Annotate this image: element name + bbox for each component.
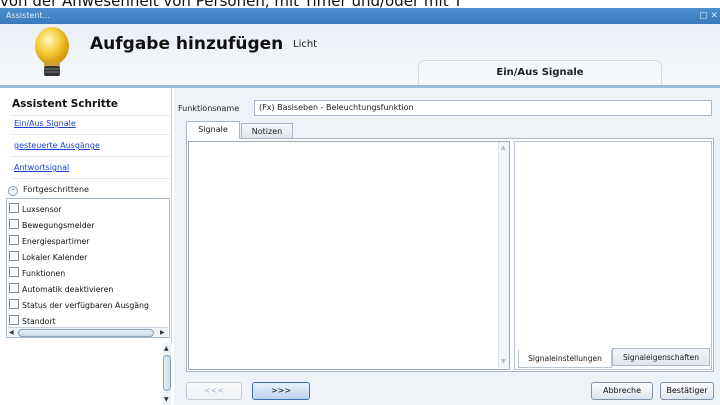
option-functions[interactable]: Funktionen: [9, 267, 65, 280]
window-controls[interactable]: ▢ ✕: [699, 8, 718, 24]
collapse-chevron-icon[interactable]: ⌃: [8, 186, 18, 196]
window-title-bar: Assistent... ▢ ✕: [0, 8, 720, 24]
scroll-right-icon[interactable]: ▶: [160, 328, 165, 337]
dialog-header: Aufgabe hinzufügen Licht Ein/Aus Signale: [0, 24, 720, 86]
function-name-input[interactable]: (Fx) Basiseben - Beleuchtungsfunktion: [254, 100, 712, 116]
advanced-section-toggle[interactable]: ⌃ Fortgeschrittene: [4, 184, 166, 198]
cancel-button[interactable]: Abbreche: [591, 382, 653, 400]
horizontal-scrollbar[interactable]: ◀ ▶: [8, 327, 168, 337]
list-vertical-scrollbar[interactable]: ▲ ▼: [498, 142, 509, 368]
checkbox[interactable]: [9, 283, 19, 293]
option-disable-automatic[interactable]: Automatik deaktivieren: [9, 283, 113, 296]
current-step-tab: Ein/Aus Signale: [418, 60, 662, 86]
advanced-options-list: Luxsensor Bewegungsmelder Energiespartim…: [6, 198, 170, 338]
checkbox[interactable]: [9, 203, 19, 213]
option-motion-detector[interactable]: Bewegungsmelder: [9, 219, 95, 232]
divider: [12, 156, 170, 157]
function-name-label: Funktionsname: [178, 104, 240, 113]
sidebar-lower-pane: [8, 343, 174, 405]
advanced-label: Fortgeschrittene: [23, 185, 89, 194]
checkbox[interactable]: [9, 267, 19, 277]
checkbox[interactable]: [9, 299, 19, 309]
scroll-down-icon[interactable]: ▼: [501, 357, 506, 366]
window-title: Assistent...: [6, 11, 51, 20]
step-link-outputs[interactable]: gesteuerte Ausgänge: [14, 141, 100, 150]
tab-signals[interactable]: Signale: [186, 121, 240, 139]
scroll-left-icon[interactable]: ◀: [9, 328, 14, 337]
checkbox[interactable]: [9, 219, 19, 229]
confirm-button[interactable]: Bestätiger: [660, 382, 714, 400]
divider: [12, 134, 170, 135]
checkbox[interactable]: [9, 251, 19, 261]
divider: [12, 115, 170, 116]
step-link-response[interactable]: Antwortsignal: [14, 163, 69, 172]
scroll-up-icon[interactable]: ▲: [501, 143, 506, 152]
option-output-status[interactable]: Status der verfügbaren Ausgäng: [9, 299, 149, 312]
scroll-down-icon[interactable]: ▼: [164, 395, 169, 404]
checkbox[interactable]: [9, 315, 19, 325]
step-link-onoff[interactable]: Ein/Aus Signale: [14, 119, 76, 128]
next-button[interactable]: >>>: [252, 382, 310, 400]
back-button[interactable]: <<<: [186, 382, 242, 400]
option-local-calendar[interactable]: Lokaler Kalender: [9, 251, 87, 264]
signals-list[interactable]: [188, 141, 510, 370]
caption-overflow-text: von der Anwesenheit von Personen, mit Ti…: [0, 0, 720, 8]
scroll-thumb[interactable]: [163, 355, 171, 391]
vertical-scrollbar[interactable]: ▲ ▼: [163, 343, 171, 405]
tab-notes[interactable]: Notizen: [241, 123, 293, 139]
option-luxsensor[interactable]: Luxsensor: [9, 203, 62, 216]
light-bulb-icon: [35, 27, 69, 76]
signal-details-pane: [514, 141, 712, 370]
tab-signal-properties[interactable]: Signaleigenschaften: [612, 348, 710, 366]
scroll-up-icon[interactable]: ▲: [164, 344, 169, 353]
option-energy-timer[interactable]: Energiespartimer: [9, 235, 89, 248]
sidebar-heading: Assistent Schritte: [12, 98, 118, 110]
dialog-subtitle: Licht: [293, 39, 318, 50]
dialog-title: Aufgabe hinzufügen: [90, 34, 284, 54]
checkbox[interactable]: [9, 235, 19, 245]
scroll-thumb[interactable]: [18, 329, 154, 337]
tab-signal-settings[interactable]: Signaleinstellungen: [518, 350, 612, 368]
divider: [12, 178, 170, 179]
